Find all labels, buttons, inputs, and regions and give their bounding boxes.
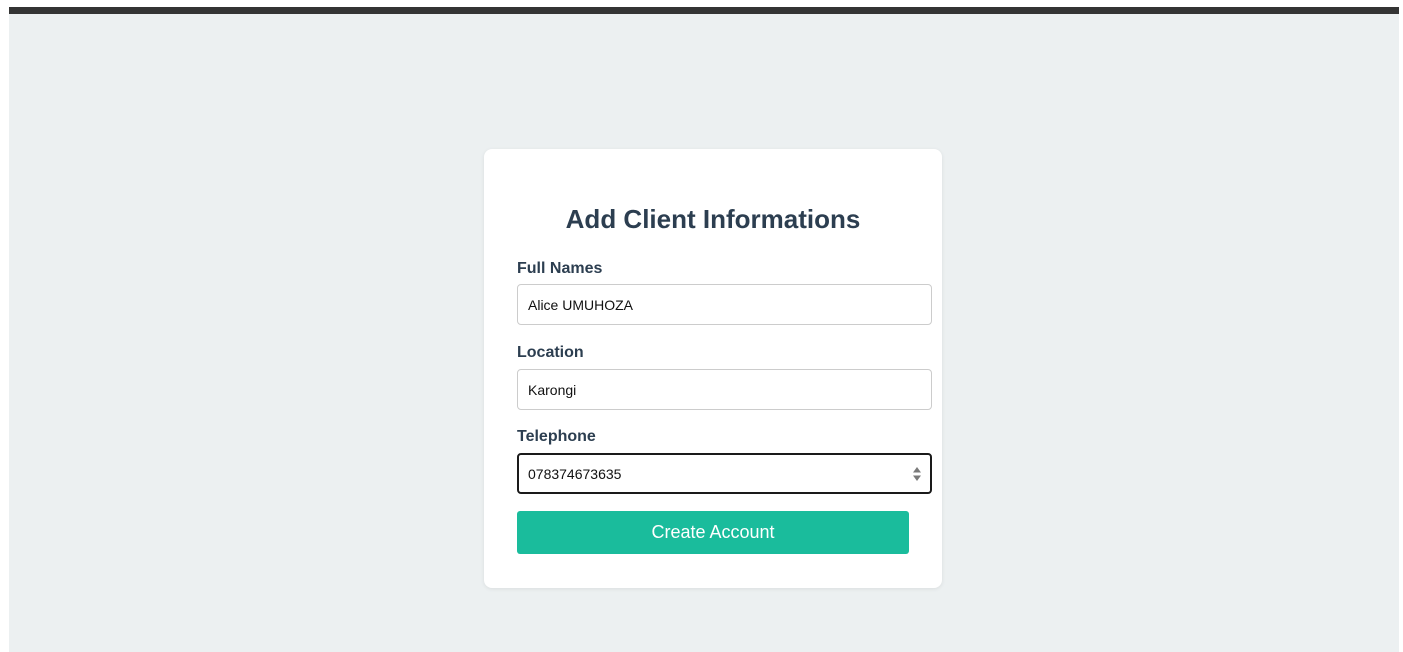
location-value: Karongi xyxy=(528,381,577,398)
form-title: Add Client Informations xyxy=(565,204,861,234)
full-names-label: Full Names xyxy=(517,260,603,277)
telephone-input[interactable]: 078374673635 xyxy=(517,453,932,494)
top-bar xyxy=(9,7,1399,14)
up-down-spinner-icon[interactable] xyxy=(912,466,922,482)
location-input[interactable]: Karongi xyxy=(517,369,932,410)
location-label: Location xyxy=(517,344,584,361)
full-names-input[interactable]: Alice UMUHOZA xyxy=(517,284,932,325)
telephone-label: Telephone xyxy=(517,428,596,445)
page-background: Add Client Informations Full Names Alice… xyxy=(9,7,1399,652)
client-form-card: Add Client Informations Full Names Alice… xyxy=(484,149,942,588)
telephone-value: 078374673635 xyxy=(528,465,622,482)
create-account-button[interactable]: Create Account xyxy=(517,511,909,554)
full-names-value: Alice UMUHOZA xyxy=(528,296,634,313)
